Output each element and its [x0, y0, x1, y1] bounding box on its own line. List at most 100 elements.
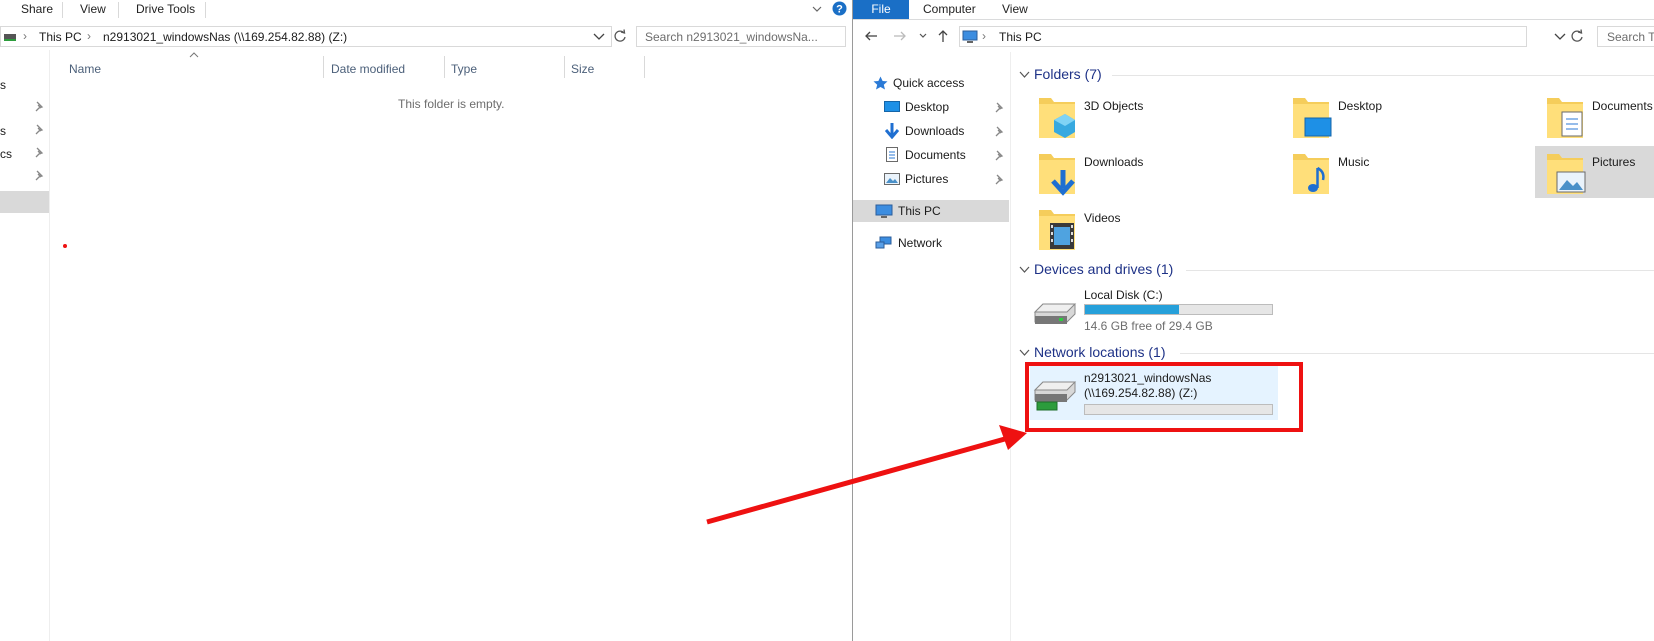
folder-icon: [1039, 210, 1075, 250]
refresh-icon[interactable]: [613, 29, 627, 43]
breadcrumb-drive[interactable]: n2913021_windowsNas (\\169.254.82.88) (Z…: [103, 30, 347, 44]
nav-network[interactable]: Network: [875, 232, 1009, 254]
pin-icon[interactable]: [994, 174, 1004, 185]
folder-label: Pictures: [1592, 155, 1636, 169]
desktop-icon: [884, 101, 900, 112]
download-arrow-icon: [885, 123, 899, 139]
pin-icon[interactable]: [34, 124, 44, 135]
right-search-input[interactable]: Search Th: [1597, 26, 1654, 47]
back-arrow-icon[interactable]: [864, 30, 878, 42]
folder-videos[interactable]: Videos: [1037, 204, 1277, 254]
folder-icon: [1293, 98, 1332, 138]
folder-label: Downloads: [1084, 155, 1144, 169]
column-divider[interactable]: [564, 56, 565, 78]
devices-section-header[interactable]: Devices and drives (1): [1034, 261, 1173, 277]
folder-icon: [1039, 98, 1075, 138]
folder-desktop[interactable]: Desktop: [1291, 92, 1531, 142]
help-icon[interactable]: ?: [832, 1, 847, 16]
column-name[interactable]: Name: [69, 62, 101, 76]
chevron-down-icon[interactable]: [1019, 71, 1030, 79]
nav-quick-access[interactable]: Quick access: [873, 72, 1009, 94]
chevron-down-icon[interactable]: [1019, 349, 1030, 357]
pin-icon[interactable]: [994, 102, 1004, 113]
column-divider[interactable]: [644, 56, 645, 78]
refresh-icon[interactable]: [1570, 29, 1584, 43]
column-divider[interactable]: [444, 56, 445, 78]
folder-pictures[interactable]: Pictures: [1535, 146, 1654, 198]
ribbon-divider: [118, 2, 119, 18]
ribbon-divider: [205, 2, 206, 18]
breadcrumb-this-pc[interactable]: This PC: [999, 30, 1042, 44]
drive-name: Local Disk (C:): [1084, 288, 1163, 302]
folder-icon: [1039, 154, 1075, 196]
nav-selected-item[interactable]: [0, 191, 49, 213]
section-divider: [1112, 75, 1654, 76]
pin-icon[interactable]: [34, 170, 44, 181]
recent-locations-chevron-icon[interactable]: [919, 33, 927, 39]
nav-item-partial[interactable]: s: [0, 124, 6, 138]
folder-documents[interactable]: Documents: [1545, 92, 1654, 142]
pin-icon[interactable]: [994, 126, 1004, 137]
document-icon: [886, 147, 898, 162]
drive-local-disk[interactable]: Local Disk (C:) 14.6 GB free of 29.4 GB: [1030, 284, 1280, 336]
folder-3d-objects[interactable]: 3D Objects: [1037, 92, 1277, 142]
nav-this-pc[interactable]: This PC: [853, 200, 1009, 222]
nav-label: Quick access: [893, 76, 965, 90]
nav-label: Downloads: [905, 124, 965, 138]
folders-section-header[interactable]: Folders (7): [1034, 66, 1102, 82]
folder-label: Music: [1338, 155, 1370, 169]
nav-desktop[interactable]: Desktop: [884, 96, 1009, 118]
tab-view[interactable]: View: [1002, 2, 1028, 16]
chevron-down-icon[interactable]: [593, 33, 605, 41]
folder-downloads[interactable]: Downloads: [1037, 148, 1277, 198]
search-placeholder: Search Th: [1607, 30, 1654, 44]
left-column-headers: Name Date modified Type Size: [51, 52, 646, 82]
nav-item-partial[interactable]: cs: [0, 147, 12, 161]
folder-icon: [1293, 154, 1329, 194]
nav-label: Pictures: [905, 172, 949, 186]
chevron-right-icon: ›: [982, 29, 986, 43]
right-nav-pane: Quick access Desktop Downloads Documents…: [853, 52, 1011, 641]
column-size[interactable]: Size: [571, 62, 594, 76]
tab-computer[interactable]: Computer: [923, 2, 976, 16]
nav-label: Network: [898, 236, 943, 250]
nav-label: Documents: [905, 148, 966, 162]
left-address-bar[interactable]: › This PC › n2913021_windowsNas (\\169.2…: [0, 26, 612, 47]
nav-documents[interactable]: Documents: [884, 144, 1009, 166]
up-arrow-icon[interactable]: [937, 29, 949, 43]
left-search-input[interactable]: Search n2913021_windowsNa...: [636, 26, 846, 47]
column-divider[interactable]: [323, 56, 324, 78]
pin-icon[interactable]: [994, 150, 1004, 161]
nav-label: Desktop: [905, 100, 950, 114]
network-section-header[interactable]: Network locations (1): [1034, 344, 1166, 360]
pin-icon[interactable]: [34, 101, 44, 112]
star-icon: [873, 76, 888, 90]
folder-label: 3D Objects: [1084, 99, 1144, 113]
folder-music[interactable]: Music: [1291, 148, 1531, 198]
chevron-down-icon[interactable]: [811, 4, 823, 14]
column-type[interactable]: Type: [451, 62, 477, 76]
chevron-down-icon[interactable]: [1554, 33, 1566, 41]
folder-icon: [1547, 98, 1583, 138]
tab-drive-tools[interactable]: Drive Tools: [136, 2, 195, 16]
chevron-right-icon: ›: [23, 29, 27, 43]
forward-arrow-icon[interactable]: [893, 30, 907, 42]
column-date-modified[interactable]: Date modified: [331, 62, 405, 76]
nav-downloads[interactable]: Downloads: [884, 120, 1009, 142]
pc-icon: [962, 30, 978, 43]
tab-share[interactable]: Share: [21, 2, 53, 16]
empty-folder-message: This folder is empty.: [398, 97, 505, 111]
tab-file[interactable]: File: [853, 0, 909, 20]
nav-label: This PC: [898, 204, 941, 218]
nav-pictures[interactable]: Pictures: [884, 168, 1009, 190]
breadcrumb-this-pc[interactable]: This PC: [39, 30, 82, 44]
hdd-icon: [1033, 303, 1077, 324]
annotation-arrow: [706, 425, 1027, 525]
tab-view[interactable]: View: [80, 2, 106, 16]
right-address-bar[interactable]: › This PC: [959, 26, 1527, 47]
annotation-dot: [63, 244, 67, 248]
drive-usage-bar: [1084, 304, 1273, 315]
pin-icon[interactable]: [34, 147, 44, 158]
chevron-down-icon[interactable]: [1019, 266, 1030, 274]
nav-item-partial[interactable]: s: [0, 78, 6, 92]
